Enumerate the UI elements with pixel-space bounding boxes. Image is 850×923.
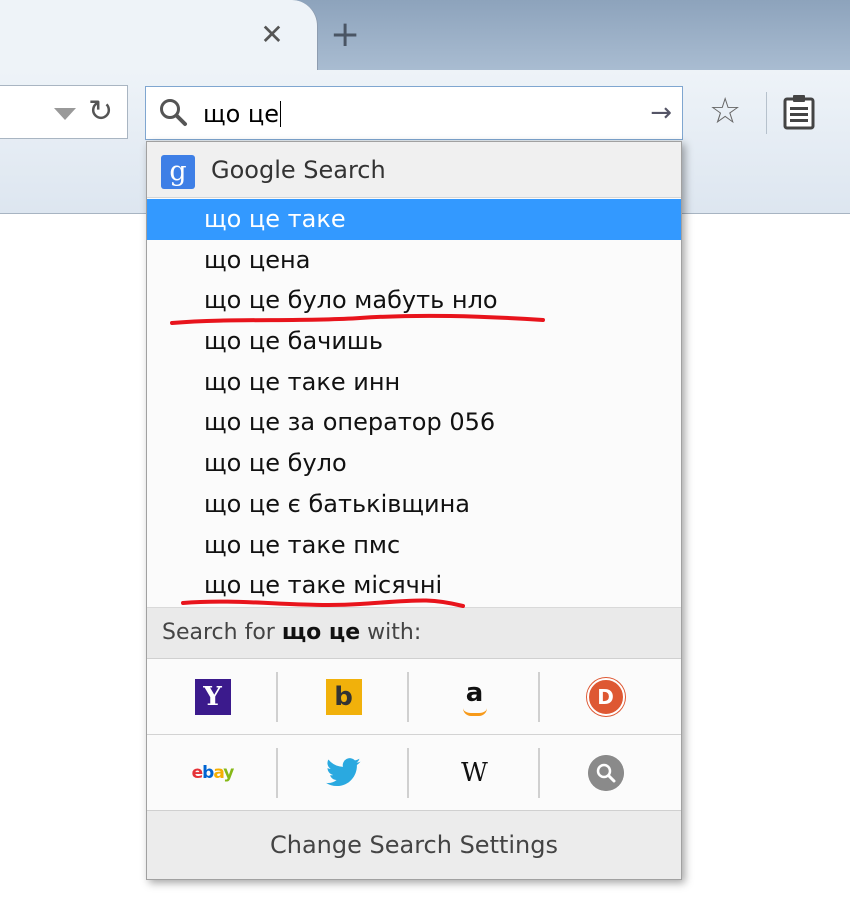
current-engine-header: g Google Search xyxy=(147,142,681,198)
bookmark-star-icon[interactable]: ☆ xyxy=(709,92,741,132)
close-tab-icon[interactable]: ✕ xyxy=(260,20,284,50)
bing-icon: b xyxy=(325,679,362,715)
twitter-button[interactable] xyxy=(278,736,409,810)
toolbar-divider xyxy=(766,92,767,134)
other-search-button[interactable] xyxy=(540,736,671,810)
suggestion-item[interactable]: що це таке пмс xyxy=(147,525,681,566)
yahoo-icon: Y xyxy=(194,679,231,715)
active-tab[interactable]: ✕ xyxy=(0,0,318,70)
duckduckgo-button[interactable]: D xyxy=(540,660,671,734)
suggestion-item[interactable]: що цена xyxy=(147,240,681,281)
suggestion-item[interactable]: що це було xyxy=(147,443,681,484)
suggestion-item[interactable]: що це було мабуть нло xyxy=(147,280,681,321)
wikipedia-button[interactable]: W xyxy=(409,736,540,810)
ebay-button[interactable]: ebay xyxy=(147,736,278,810)
suggestion-item[interactable]: що це таке xyxy=(147,199,681,240)
text-caret xyxy=(280,101,282,127)
search-suggestions-popup: g Google Search що це таке що цена що це… xyxy=(146,141,682,880)
search-input[interactable]: що це xyxy=(203,100,282,128)
new-tab-button[interactable]: + xyxy=(330,15,360,55)
url-bar[interactable]: ↻ xyxy=(0,85,128,139)
history-dropdown-icon[interactable] xyxy=(54,108,76,120)
yahoo-button[interactable]: Y xyxy=(147,660,278,734)
reload-icon[interactable]: ↻ xyxy=(88,94,113,130)
engine-row: Y b a D xyxy=(147,660,681,735)
suggestion-item[interactable]: що це за оператор 056 xyxy=(147,402,681,443)
suggestion-list: що це таке що цена що це було мабуть нло… xyxy=(147,199,681,606)
wikipedia-icon: W xyxy=(461,758,488,788)
search-icon xyxy=(587,755,624,791)
engine-row: ebay W xyxy=(147,736,681,811)
amazon-icon: a xyxy=(457,678,493,716)
suggestion-item[interactable]: що це є батьківщина xyxy=(147,484,681,525)
one-off-engines: Y b a D ebay W xyxy=(147,660,681,810)
suggestion-item[interactable]: що це таке місячні xyxy=(147,565,681,606)
tab-strip: ✕ + xyxy=(0,0,850,70)
google-icon: g xyxy=(161,155,195,189)
search-go-icon[interactable]: → xyxy=(650,99,672,127)
duckduckgo-icon: D xyxy=(586,678,625,716)
suggestion-item[interactable]: що це таке инн xyxy=(147,362,681,403)
search-for-label: Search for що це with: xyxy=(147,607,681,659)
ebay-icon: ebay xyxy=(191,763,235,783)
search-bar[interactable]: що це → xyxy=(145,86,683,140)
search-icon[interactable] xyxy=(158,97,188,127)
browser-window: ✕ + ↻ що це → ☆ g Google Search що це та… xyxy=(0,0,850,923)
suggestion-item[interactable]: що це бачишь xyxy=(147,321,681,362)
twitter-icon xyxy=(325,758,360,787)
change-search-settings-button[interactable]: Change Search Settings xyxy=(147,810,681,879)
amazon-button[interactable]: a xyxy=(409,660,540,734)
bing-button[interactable]: b xyxy=(278,660,409,734)
engine-name: Google Search xyxy=(211,156,386,184)
bookmarks-menu-icon[interactable] xyxy=(782,94,816,130)
